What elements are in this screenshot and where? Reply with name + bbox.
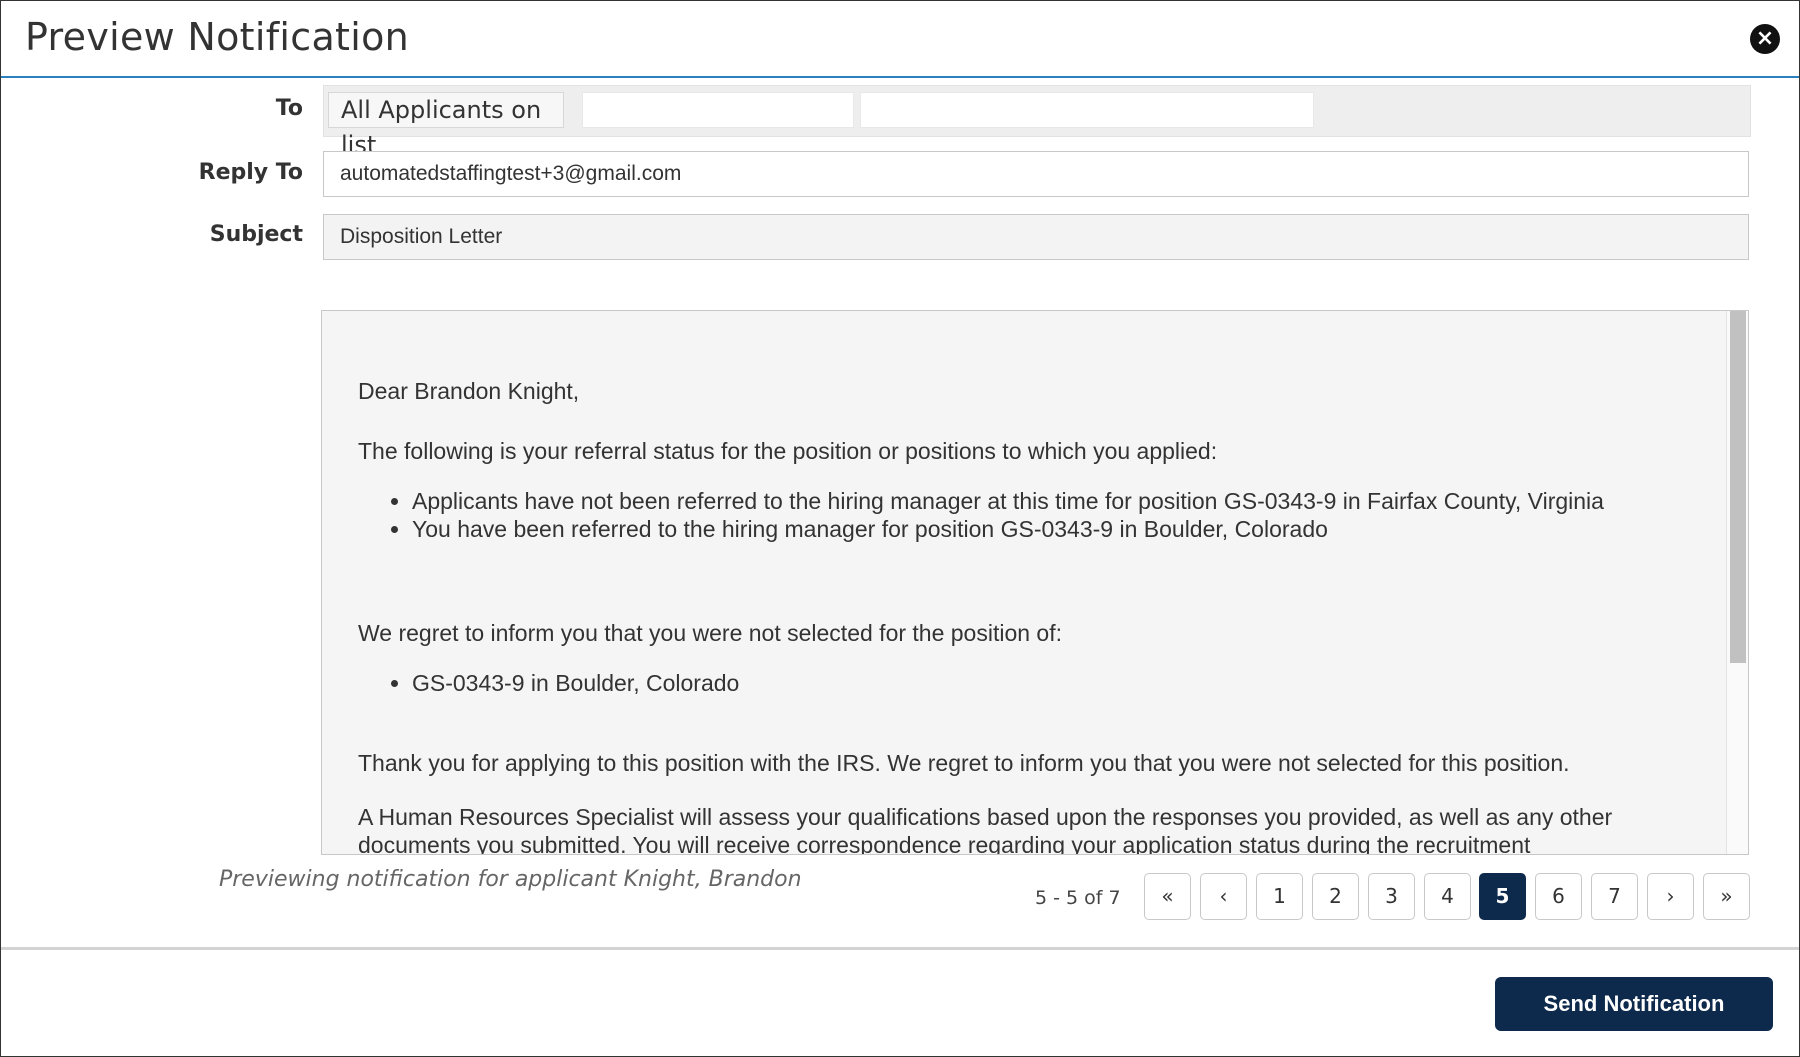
dialog-title: Preview Notification — [25, 15, 410, 59]
footer-divider — [1, 947, 1799, 950]
reply-to-input[interactable]: automatedstaffingtest+3@gmail.com — [323, 151, 1749, 197]
to-label: To — [275, 96, 303, 121]
page-button-4[interactable]: 4 — [1424, 873, 1471, 920]
scrollbar-thumb[interactable] — [1730, 311, 1746, 663]
send-notification-button[interactable]: Send Notification — [1495, 977, 1773, 1031]
last-page-button[interactable]: » — [1703, 873, 1750, 920]
list-item: Applicants have not been referred to the… — [412, 487, 1698, 515]
list-item: GS-0343-9 in Boulder, Colorado — [412, 669, 1698, 697]
letter-assessment: A Human Resources Specialist will assess… — [358, 804, 1613, 855]
page-button-3[interactable]: 3 — [1368, 873, 1415, 920]
page-button-1[interactable]: 1 — [1256, 873, 1303, 920]
referral-status-list: Applicants have not been referred to the… — [358, 487, 1698, 543]
preview-applicant-note: Previewing notification for applicant Kn… — [219, 867, 802, 892]
preview-notification-dialog: Preview Notification × To All Applicants… — [0, 0, 1800, 1057]
list-item: You have been referred to the hiring man… — [412, 515, 1698, 543]
letter-thanks: Thank you for applying to this position … — [358, 750, 1570, 776]
dialog-header: Preview Notification × — [1, 1, 1799, 78]
subject-label: Subject — [209, 222, 303, 247]
to-recipient-chip-empty[interactable] — [860, 92, 1314, 128]
to-recipient-chip-empty[interactable] — [582, 92, 854, 128]
letter-scrollbar[interactable] — [1726, 311, 1748, 854]
first-page-button[interactable]: « — [1144, 873, 1191, 920]
next-page-button[interactable]: › — [1647, 873, 1694, 920]
letter-greeting: Dear Brandon Knight, — [358, 378, 580, 404]
pagination-range: 5 - 5 of 7 — [1035, 887, 1121, 909]
not-selected-list: GS-0343-9 in Boulder, Colorado — [358, 669, 1698, 697]
page-button-6[interactable]: 6 — [1535, 873, 1582, 920]
letter-preview[interactable]: Dear Brandon Knight, The following is yo… — [321, 310, 1749, 855]
page-button-2[interactable]: 2 — [1312, 873, 1359, 920]
page-button-5-current[interactable]: 5 — [1479, 873, 1526, 920]
letter-body: Dear Brandon Knight, The following is yo… — [358, 361, 1698, 855]
to-recipient-chip[interactable]: All Applicants on list — [328, 92, 564, 159]
close-icon[interactable]: × — [1750, 24, 1780, 54]
reply-to-label: Reply To — [198, 160, 303, 185]
page-button-7[interactable]: 7 — [1591, 873, 1638, 920]
letter-intro: The following is your referral status fo… — [358, 438, 1218, 464]
subject-input[interactable]: Disposition Letter — [323, 214, 1749, 260]
previous-page-button[interactable]: ‹ — [1200, 873, 1247, 920]
letter-regret: We regret to inform you that you were no… — [358, 620, 1063, 646]
to-field[interactable]: All Applicants on list — [323, 85, 1751, 159]
